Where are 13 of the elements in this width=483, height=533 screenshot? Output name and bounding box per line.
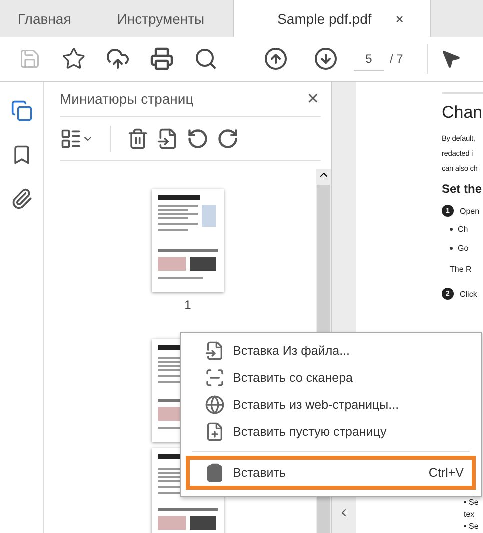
bullet-text: Ch [458,225,468,234]
document-text: tex [464,510,476,519]
document-text: • Se [464,522,480,531]
document-subheading: Set the [442,182,483,196]
step-text: Open [460,206,480,216]
bullet-text: Go [458,244,469,253]
document-text: The R [450,265,473,274]
page-total: / 7 [390,52,404,66]
document-text: • Se [464,498,480,507]
panel-title: Миниатюры страниц [60,91,194,107]
step-text: Click [460,290,478,298]
page-number: 1 [184,298,192,312]
document-heading: Chan [442,103,483,123]
